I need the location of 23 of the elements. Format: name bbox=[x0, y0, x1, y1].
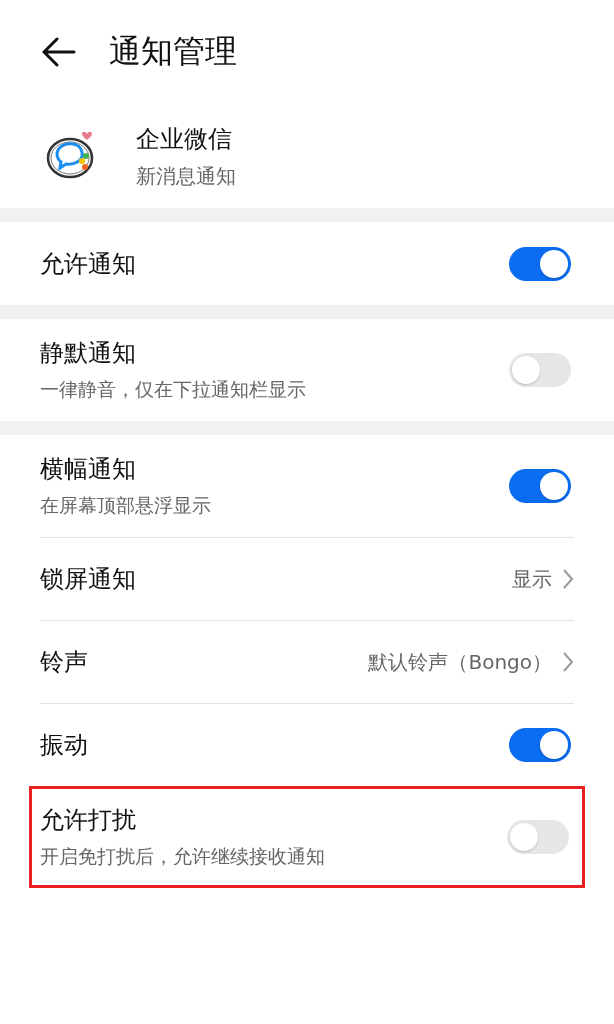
back-button[interactable] bbox=[42, 37, 76, 67]
app-name: 企业微信 bbox=[136, 123, 233, 155]
setting-label: 允许打扰 bbox=[40, 805, 137, 836]
toggle-switch[interactable] bbox=[509, 728, 571, 762]
setting-value[interactable]: 默认铃声（Bongo） bbox=[368, 648, 552, 676]
toggle-switch[interactable] bbox=[507, 820, 569, 854]
setting-label: 允许通知 bbox=[40, 248, 137, 280]
setting-value[interactable]: 显示 bbox=[512, 565, 552, 593]
app-subtitle: 新消息通知 bbox=[136, 162, 236, 190]
setting-label: 横幅通知 bbox=[40, 454, 137, 485]
setting-label: 振动 bbox=[40, 730, 89, 761]
toggle-switch[interactable] bbox=[509, 246, 571, 281]
toggle-switch[interactable] bbox=[509, 353, 571, 387]
page-title: 通知管理 bbox=[109, 31, 237, 72]
toggle-switch[interactable] bbox=[509, 469, 571, 503]
setting-description: 一律静音，仅在下拉通知栏显示 bbox=[40, 377, 307, 402]
setting-label: 铃声 bbox=[40, 647, 89, 678]
setting-label: 静默通知 bbox=[40, 338, 137, 369]
setting-description: 在屏幕顶部悬浮显示 bbox=[40, 493, 212, 518]
setting-description: 开启免打扰后，允许继续接收通知 bbox=[40, 844, 326, 869]
chevron-icon bbox=[562, 651, 574, 673]
chevron-icon bbox=[562, 568, 574, 590]
setting-label: 锁屏通知 bbox=[40, 564, 137, 595]
